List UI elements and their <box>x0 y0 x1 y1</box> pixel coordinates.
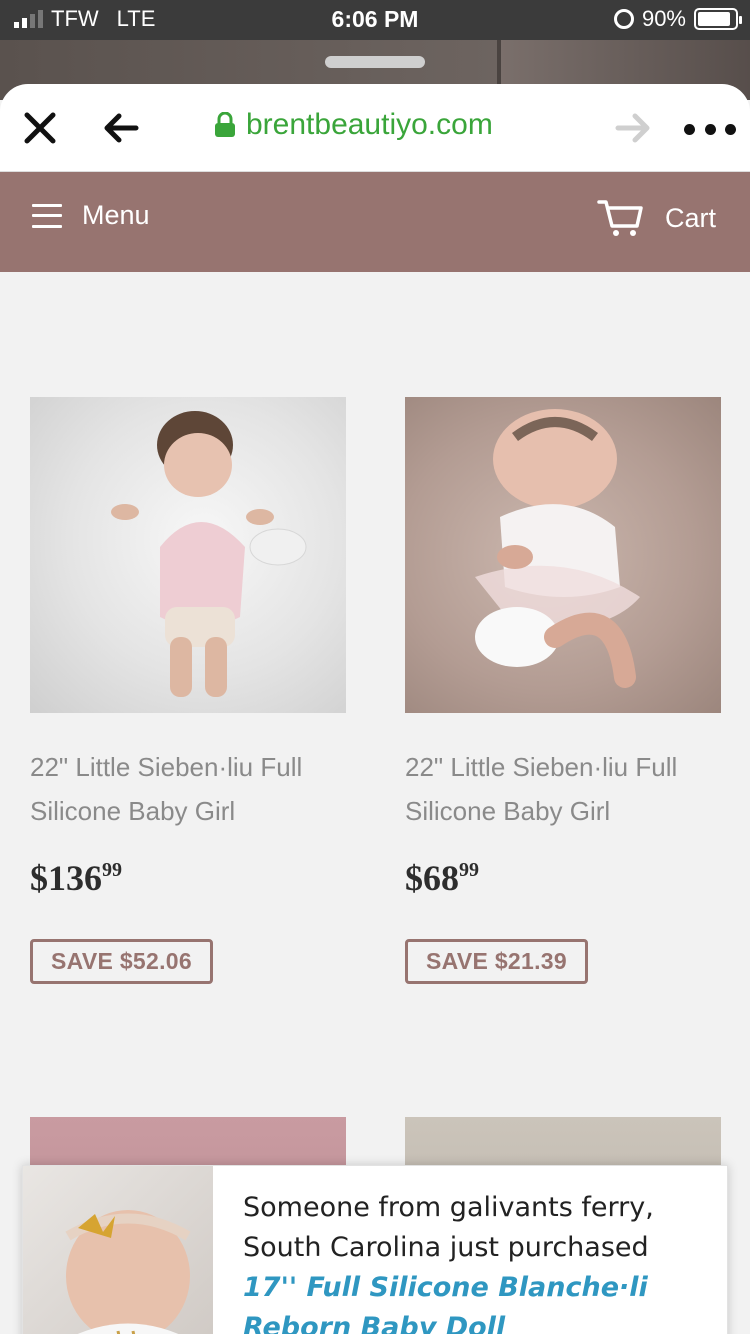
cart-button[interactable]: Cart <box>597 198 716 238</box>
arrow-right-icon <box>615 113 650 143</box>
popup-product-link[interactable]: 17'' Full Silicone Blanche·li Reborn Bab… <box>243 1272 648 1334</box>
more-options-button[interactable] <box>684 114 736 144</box>
alarm-icon <box>613 9 634 29</box>
battery-fill <box>698 12 731 26</box>
popup-message: Someone from galivants ferry, South Caro… <box>243 1188 703 1334</box>
battery-percent: 90% <box>641 6 686 31</box>
price-dollars: $68 <box>405 858 459 898</box>
popup-message-text: Someone from galivants ferry, South Caro… <box>243 1192 654 1263</box>
popup-product-image[interactable] <box>23 1166 213 1334</box>
price-dollars: $136 <box>30 858 102 898</box>
sheet-drag-handle[interactable] <box>325 56 425 68</box>
product-title[interactable]: 22" Little Sieben·liu Full Silicone Baby… <box>30 745 346 833</box>
menu-button[interactable]: Menu <box>32 200 150 231</box>
url-text: brentbeautiyo.com <box>246 108 493 141</box>
close-icon <box>24 112 56 144</box>
forward-button[interactable] <box>610 106 654 150</box>
cart-icon <box>597 200 643 236</box>
more-dot <box>725 123 736 135</box>
product-title[interactable]: 22" Little Sieben·liu Full Silicone Baby… <box>405 745 721 833</box>
price-cents: 99 <box>459 859 479 881</box>
product-card[interactable]: 22" Little Sieben·liu Full Silicone Baby… <box>405 397 721 984</box>
save-badge: SAVE $21.39 <box>405 939 588 984</box>
lock-icon <box>215 112 235 137</box>
price-cents: 99 <box>102 859 122 881</box>
product-price: $68 99 <box>405 857 721 899</box>
product-image[interactable] <box>405 397 721 713</box>
hamburger-icon <box>32 203 62 228</box>
site-header: Menu Cart <box>0 172 750 272</box>
more-dot <box>704 123 716 135</box>
product-image[interactable] <box>30 397 346 713</box>
baby-photo <box>65 1210 191 1334</box>
arrow-left-icon <box>104 113 139 143</box>
product-price: $136 99 <box>30 857 346 899</box>
product-card[interactable]: 22" Little Sieben·liu Full Silicone Baby… <box>30 397 346 984</box>
save-badge: SAVE $52.06 <box>30 939 213 984</box>
recent-purchase-popup[interactable]: Someone from galivants ferry, South Caro… <box>22 1165 728 1334</box>
address-bar[interactable]: brentbeautiyo.com <box>214 108 493 142</box>
menu-label: Menu <box>82 200 150 230</box>
battery-icon <box>694 8 742 30</box>
doll-photo <box>111 411 307 697</box>
more-horizontal-icon <box>684 123 695 135</box>
status-bar: TFW LTE 6:06 PM 90% <box>0 0 750 40</box>
browser-toolbar: brentbeautiyo.com <box>0 84 750 172</box>
back-button[interactable] <box>100 106 144 150</box>
doll-photo <box>475 409 640 688</box>
close-button[interactable] <box>18 106 62 150</box>
cart-label: Cart <box>664 202 716 233</box>
status-right: 90% <box>613 6 742 32</box>
